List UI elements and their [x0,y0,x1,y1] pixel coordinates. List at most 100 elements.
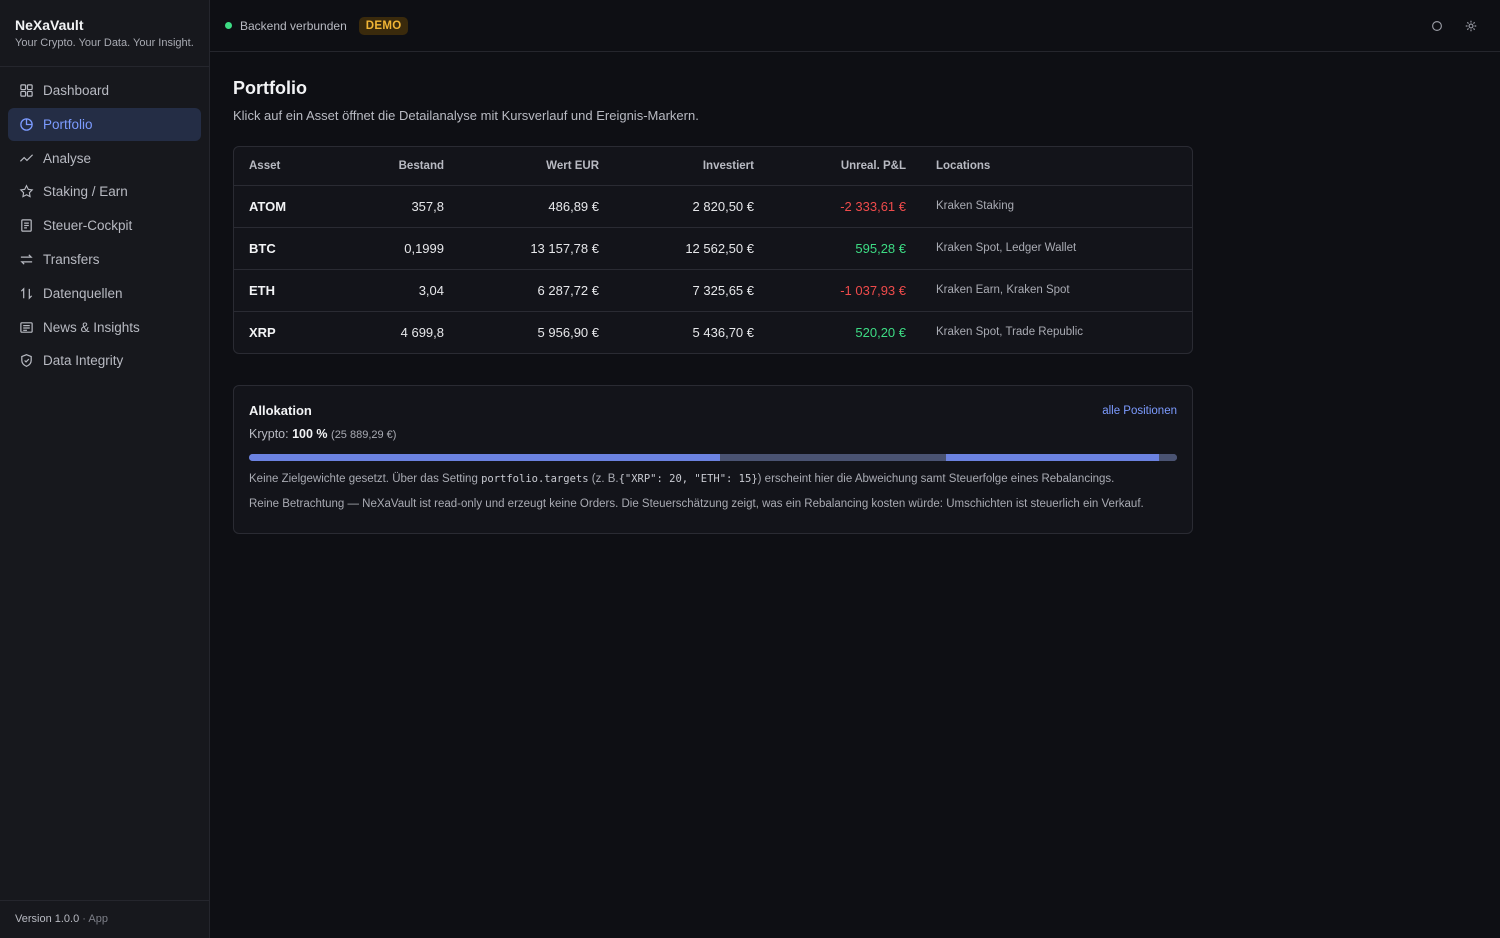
col-pnl[interactable]: Unreal. P&L [754,147,906,186]
backend-status: Backend verbunden [240,18,347,33]
allocation-note-targets: Keine Zielgewichte gesetzt. Über das Set… [249,473,1177,485]
cell-bestand: 4 699,8 [400,324,444,340]
note-code: portfolio.targets [481,473,589,485]
portfolio-table-card: Asset Bestand Wert EUR Investiert Unreal… [233,146,1193,354]
sidebar-item-analyse[interactable]: Analyse [8,142,201,175]
sidebar-item-label: Data Integrity [43,353,124,369]
allocation-bar-segment [1159,454,1177,461]
table-row[interactable]: XRP 4 699,8 5 956,90 € 5 436,70 € 520,20… [234,311,1192,353]
allocation-bar-segment [249,454,721,461]
col-asset[interactable]: Asset [234,147,354,186]
sidebar-item-label: Analyse [43,150,92,166]
table-row[interactable]: BTC 0,1999 13 157,78 € 12 562,50 € 595,2… [234,227,1192,270]
note-text: Keine Zielgewichte gesetzt. Über das Set… [249,473,478,485]
sidebar-item-portfolio[interactable]: Portfolio [8,107,201,141]
col-investiert[interactable]: Investiert [599,147,754,186]
cell-investiert: 5 436,70 € [692,324,754,340]
cell-asset: XRP [249,324,276,340]
note-text: ) erscheint hier die Abweichung samt Ste… [757,473,1115,485]
sidebar-item-label: Datenquellen [43,285,123,301]
arrows-swap-icon [20,254,33,265]
sidebar-item-label: News & Insights [43,319,140,335]
topbar: Backend verbunden DEMO [210,0,1500,52]
col-bestand[interactable]: Bestand [354,147,444,186]
table-row[interactable]: ATOM 357,8 486,89 € 2 820,50 € -2 333,61… [234,185,1192,228]
sidebar-item-label: Staking / Earn [43,184,128,200]
brand-name: NeXaVault [15,17,84,33]
table-row[interactable]: ETH 3,04 6 287,72 € 7 325,65 € -1 037,93… [234,269,1192,312]
cell-locations: Kraken Spot, Trade Republic [936,326,1084,339]
cell-bestand: 3,04 [354,269,444,312]
cell-wert: 486,89 € [444,185,599,228]
allocation-title: Allokation [249,403,312,418]
allocation-bar-segment [720,454,946,461]
cell-asset: BTC [234,227,354,270]
cell-locations: Kraken Staking [906,185,1192,228]
cell-pnl: -2 333,61 € [754,185,906,228]
sidebar-item-dashboard[interactable]: Dashboard [8,74,201,107]
allocation-total: (25 889,29 €) [331,429,397,441]
theme-toggle-icon[interactable] [1430,19,1444,33]
trend-line-icon [19,153,34,162]
sidebar-item-steuer-cockpit[interactable]: Steuer-Cockpit [8,209,201,242]
document-icon [21,219,32,232]
cell-asset: ETH [234,269,354,312]
gear-icon[interactable] [1464,19,1478,33]
grid-icon [20,84,33,97]
cell-asset: ATOM [234,185,354,228]
cell-investiert: 2 820,50 € [599,185,754,228]
cell-pnl: 595,28 € [754,227,906,270]
page-title: Portfolio [233,78,307,98]
col-locations[interactable]: Locations [906,147,1192,186]
arrows-updown-icon [20,287,33,300]
cell-wert: 13 157,78 € [444,227,599,270]
cell-bestand: 357,8 [354,185,444,228]
allocation-card: Allokation alle Positionen Krypto: 100 %… [233,385,1193,534]
cell-bestand: 0,1999 [354,227,444,270]
col-wert[interactable]: Wert EUR [444,147,599,186]
cell-wert: 5 956,90 € [537,324,599,340]
table-header-row: Asset Bestand Wert EUR Investiert Unreal… [234,147,1192,186]
sidebar-nav: Dashboard Portfolio Analyse Staking / Ea… [0,67,209,385]
topbar-actions [1430,19,1478,33]
version-label: Version 1.0.0 [15,913,80,925]
cell-locations: Kraken Spot, Ledger Wallet [906,227,1192,270]
sidebar-item-news[interactable]: News & Insights [8,311,201,344]
allocation-bar [249,454,1177,461]
sidebar-item-data-integrity[interactable]: Data Integrity [8,344,201,377]
brand: NeXaVault Your Crypto. Your Data. Your I… [0,0,209,67]
note-code: {"XRP": 20, "ETH": 15} [618,473,758,485]
main-content: Portfolio Klick auf ein Asset öffnet die… [233,78,1193,534]
status-dot-icon [225,22,232,29]
version-app: App [88,913,108,925]
brand-tagline: Your Crypto. Your Data. Your Insight. [15,37,194,49]
version-separator: · [82,913,86,925]
portfolio-table: Asset Bestand Wert EUR Investiert Unreal… [234,147,1192,353]
shield-icon [21,354,32,368]
allocation-note-readonly: Reine Betrachtung — NeXaVault ist read-o… [249,498,1144,510]
sidebar-item-datenquellen[interactable]: Datenquellen [8,277,201,310]
all-positions-link[interactable]: alle Positionen [1102,405,1177,417]
cell-locations: Kraken Earn, Kraken Spot [906,269,1192,312]
cell-investiert: 7 325,65 € [599,269,754,312]
sidebar-item-label: Portfolio [43,116,93,132]
star-icon [19,184,34,199]
cell-investiert: 12 562,50 € [599,227,754,270]
demo-badge: DEMO [358,16,409,35]
sidebar-item-label: Transfers [43,251,100,267]
sidebar-item-label: Steuer-Cockpit [43,218,133,234]
page-subtitle: Klick auf ein Asset öffnet die Detailana… [233,108,699,123]
allocation-bar-segment [945,454,1160,461]
sidebar-item-staking[interactable]: Staking / Earn [8,175,201,208]
allocation-summary: Krypto: 100 % (25 889,29 €) [249,427,1177,441]
pie-chart-icon [20,118,33,131]
cell-wert: 6 287,72 € [444,269,599,312]
sidebar-item-label: Dashboard [43,83,110,98]
note-text: (z. B. [591,473,619,485]
cell-pnl: 520,20 € [855,324,906,340]
sidebar-item-transfers[interactable]: Transfers [8,243,201,276]
newspaper-icon [20,321,33,333]
allocation-percent: 100 % [292,427,328,441]
sidebar: NeXaVault Your Crypto. Your Data. Your I… [0,0,210,938]
version-footer: Version 1.0.0 · App [0,900,209,938]
